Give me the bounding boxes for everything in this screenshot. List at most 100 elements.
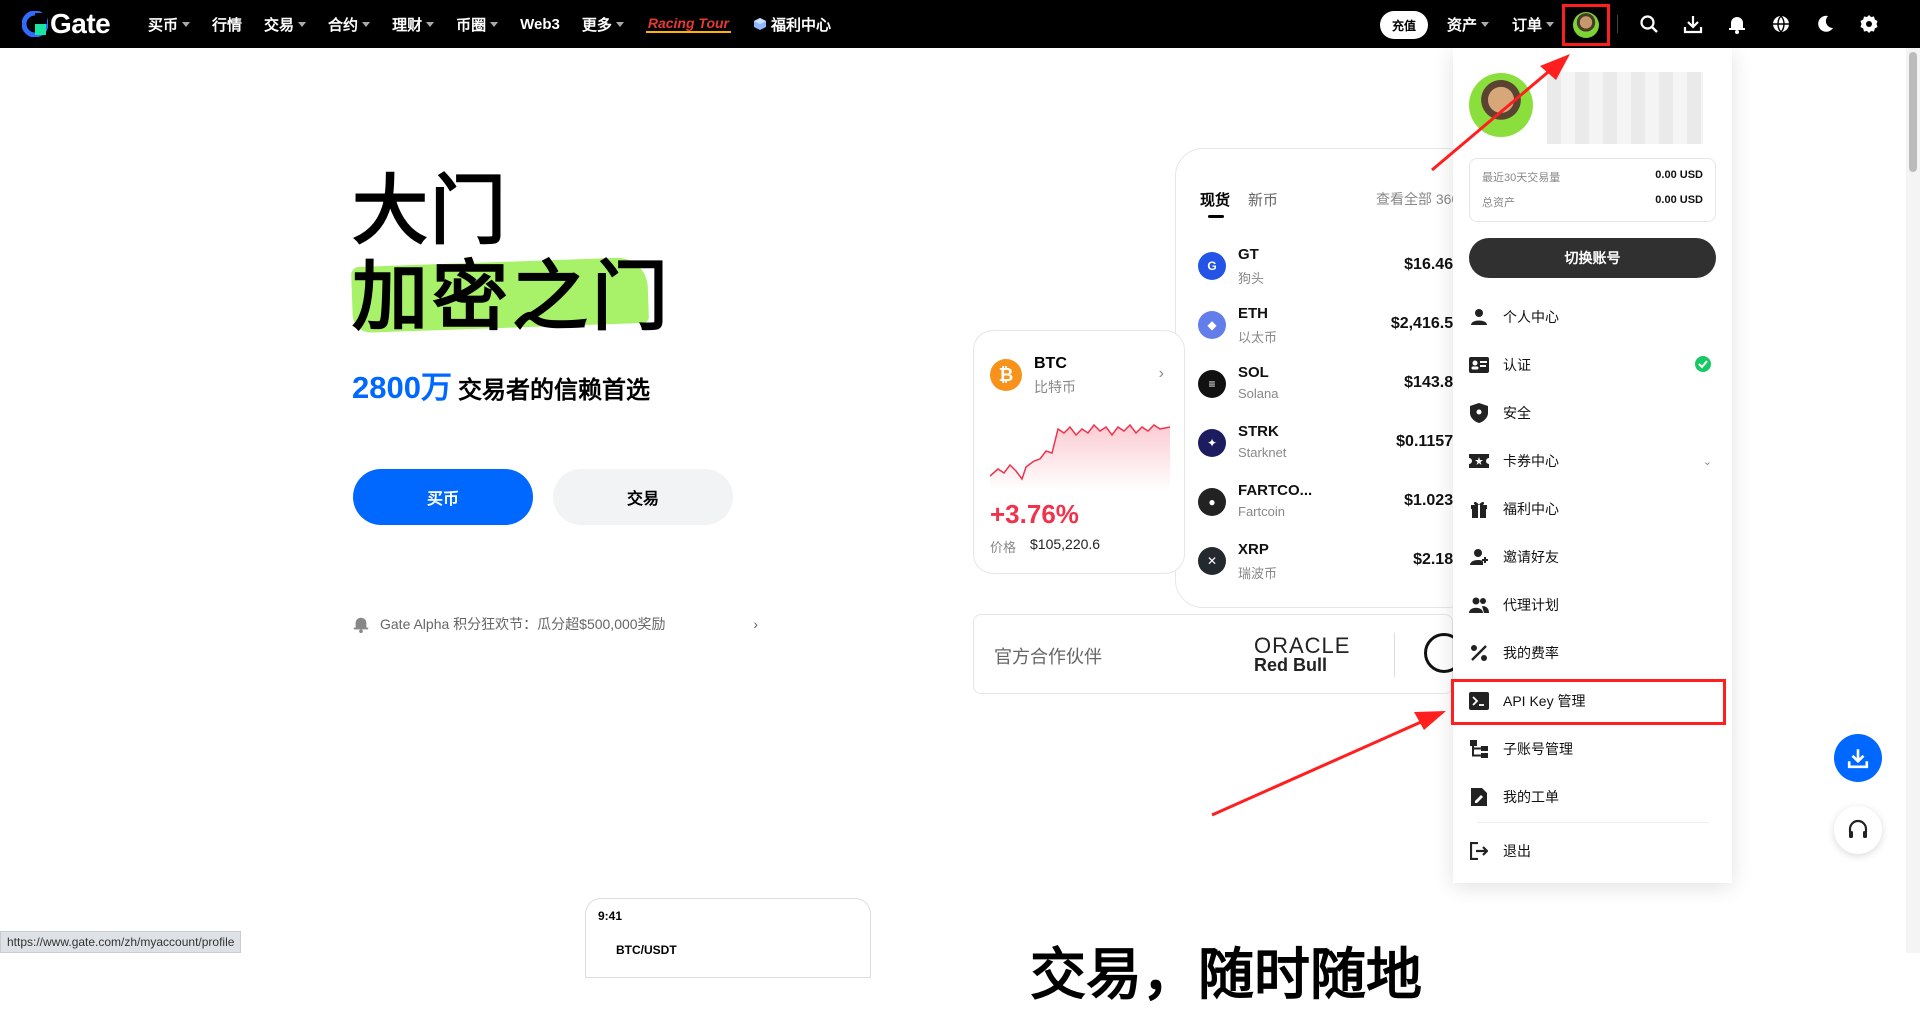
btc-change: +3.76% [990,499,1079,529]
btc-card[interactable]: ₿ BTC 比特币 › +3.76% 价格 $105,220.6 [973,330,1185,574]
btc-sparkline [990,423,1170,491]
strk-icon: ✦ [1198,429,1226,457]
group-icon [1469,595,1489,615]
menu-item-logout[interactable]: 退出 [1469,831,1716,871]
coin-symbol: FARTCO... [1238,482,1313,499]
nav-buy-crypto[interactable]: 买币 [148,14,191,35]
phone-pair: BTC/USDT [616,943,677,957]
nav-earn[interactable]: 理财 [392,14,435,35]
coin-name: 瑞波币 [1238,566,1278,581]
bell-icon [353,617,369,633]
avatar-button-highlighted[interactable] [1562,4,1610,46]
menu-item-subaccounts[interactable]: 子账号管理 [1469,729,1716,769]
menu-item-coupons[interactable]: 卡券中心 ⌄ [1469,441,1716,481]
menu-item-security[interactable]: 安全 [1469,393,1716,433]
download-icon [1847,749,1869,769]
cube-icon [754,18,766,30]
nav-label: 买币 [148,16,179,34]
menu-item-affiliate[interactable]: 代理计划 [1469,585,1716,625]
api-key-highlight-box [1451,679,1726,725]
gift-icon [1469,499,1489,519]
logout-icon [1469,841,1489,861]
menu-item-tickets[interactable]: 我的工单 [1469,777,1716,817]
scrollbar-thumb[interactable] [1909,52,1917,172]
divider [1394,633,1395,677]
market-tabs: 现货 新币 [1200,189,1278,218]
headset-icon [1848,819,1868,838]
traders-count: 2800万 [352,370,452,405]
traders-text: 交易者的信赖首选 [457,377,650,404]
coin-row[interactable]: ● FARTCO... Fartcoin $1.0237 [1198,478,1468,526]
nav-square[interactable]: 币圈 [456,14,499,35]
nav-welfare-center[interactable]: 福利中心 [753,14,831,35]
redbull-logo: Red Bull [1254,655,1328,675]
nav-markets[interactable]: 行情 [212,14,242,35]
settings-gear-icon[interactable] [1857,12,1881,36]
menu-item-fee-rate[interactable]: 我的费率 [1469,633,1716,673]
coin-row[interactable]: ≡ SOL Solana $143.83 [1198,360,1468,408]
chevron-down-icon: ⌄ [1702,455,1712,468]
fartcoin-icon: ● [1198,488,1226,516]
status-bar-url: https://www.gate.com/zh/myaccount/profil… [0,931,242,953]
nav-more[interactable]: 更多 [582,14,624,35]
nav-assets[interactable]: 资产 [1447,0,1490,48]
coin-row[interactable]: ◆ ETH 以太币 $2,416.58 [1198,301,1468,349]
menu-item-profile[interactable]: 个人中心 [1469,297,1716,337]
arrow-to-api-key [1211,711,1446,817]
download-icon[interactable] [1681,12,1705,36]
nav-label: 币圈 [456,16,487,34]
btc-price: $105,220.6 [1030,536,1101,552]
dark-mode-icon[interactable] [1813,12,1837,36]
menu-item-label: 代理计划 [1503,597,1559,613]
tab-spot[interactable]: 现货 [1200,189,1230,218]
caret-down-icon [426,21,435,27]
hero-subtitle: 2800万 交易者的信赖首选 [352,362,650,407]
support-fab[interactable] [1834,806,1882,854]
trade-button[interactable]: 交易 [553,469,733,525]
racing-tour-logo: Racing Tour [645,15,731,33]
menu-item-invite[interactable]: 邀请好友 [1469,537,1716,577]
coin-row[interactable]: ✕ XRP 瑞波币 $2.189 [1198,537,1468,585]
nav-racing-tour[interactable]: Racing Tour [645,15,731,33]
gate-logo[interactable]: Gate [22,8,111,39]
stat-label: 总资产 [1482,197,1515,209]
bell-icon[interactable] [1725,12,1749,36]
avatar [1469,73,1533,137]
nav-trade[interactable]: 交易 [264,14,307,35]
page-scrollbar[interactable] [1906,48,1920,953]
btc-icon: ₿ [990,359,1022,391]
stat-value: 0.00 USD [1655,194,1703,206]
app-download-fab[interactable] [1834,734,1882,782]
nav-futures[interactable]: 合约 [328,14,371,35]
shield-icon [1469,403,1489,423]
coin-symbol: ETH [1238,305,1268,322]
gate-logo-icon [22,11,48,37]
switch-account-button[interactable]: 切换账号 [1469,238,1716,278]
nav-orders[interactable]: 订单 [1512,0,1555,48]
menu-item-welfare[interactable]: 福利中心 [1469,489,1716,529]
coin-symbol: SOL [1238,364,1269,381]
menu-item-label: 退出 [1503,843,1531,859]
tab-new-coins[interactable]: 新币 [1248,189,1278,210]
chevron-right-icon: › [1158,365,1164,382]
nav-web3[interactable]: Web3 [520,16,560,33]
partners-card: 官方合作伙伴 ORACLE Red Bull [973,614,1464,694]
caret-down-icon [298,21,307,27]
buy-crypto-button[interactable]: 买币 [353,469,533,525]
caret-down-icon [615,21,624,27]
nav-label: 更多 [581,16,612,34]
menu-item-verification[interactable]: 认证 [1469,345,1716,385]
nav-label: 合约 [328,16,359,34]
coin-row[interactable]: ✦ STRK Starknet $0.11573 [1198,419,1468,467]
menu-item-label: 子账号管理 [1503,741,1573,757]
announcement-bar[interactable]: Gate Alpha 积分狂欢节：瓜分超$500,000奖励 › [352,612,758,636]
coin-row[interactable]: G GT 狗头 $16.462 [1198,242,1468,290]
deposit-button[interactable]: 充值 [1380,11,1428,39]
user-dropdown-menu: 最近30天交易量 0.00 USD 总资产 0.00 USD 切换账号 个人中心… [1453,48,1732,883]
globe-icon[interactable] [1769,12,1793,36]
gt-icon: G [1198,252,1226,280]
search-icon[interactable] [1637,12,1661,36]
nav-label: 理财 [392,16,423,34]
divider [1477,822,1709,823]
caret-down-icon [1481,21,1490,27]
